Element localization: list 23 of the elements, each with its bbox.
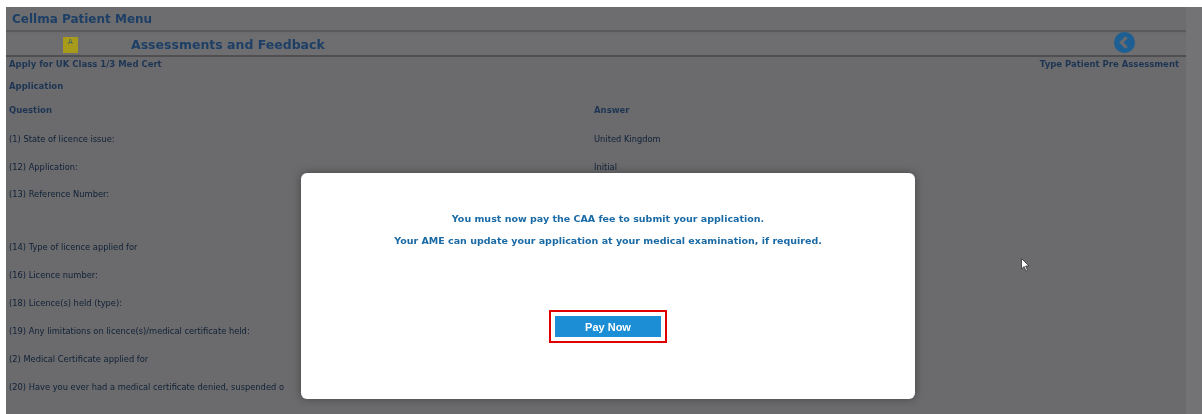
- answer-text: United Kingdom: [594, 134, 661, 144]
- dialog-message: Your AME can update your application at your medical examination, if required.: [394, 235, 822, 246]
- question-text: (16) Licence number:: [9, 270, 98, 280]
- question-text: (14) Type of licence applied for: [9, 242, 138, 252]
- question-text: (20) Have you ever had a medical certificate denied, suspended o: [9, 382, 284, 392]
- form-title: Application: [8, 80, 65, 91]
- column-header: Question: [9, 105, 52, 115]
- pay-now-button[interactable]: Pay Now: [555, 316, 661, 337]
- breadcrumb-text: Apply for UK Class 1/3 Med Cert: [9, 59, 162, 69]
- cursor-icon: [1021, 258, 1031, 272]
- dialog-message: You must now pay the CAA fee to submit your application.: [451, 213, 765, 224]
- question-text: (19) Any limitations on licence(s)/medical certificate held:: [9, 326, 250, 336]
- column-header: Answer: [594, 105, 630, 115]
- section-title: Assessments and Feedback: [131, 37, 325, 52]
- back-icon[interactable]: [1114, 32, 1135, 53]
- question-text: (12) Application:: [9, 162, 78, 172]
- question-text: (2) Medical Certificate applied for: [9, 354, 149, 364]
- question-text: (1) State of licence issue:: [9, 134, 115, 144]
- question-text: (13) Reference Number:: [9, 189, 110, 199]
- menu-title: Cellma Patient Menu: [12, 11, 153, 26]
- answer-text: Initial: [594, 162, 617, 172]
- question-text: (18) Licence(s) held (type):: [9, 298, 122, 308]
- page-type-label: Type Patient Pre Assessment: [1039, 59, 1179, 69]
